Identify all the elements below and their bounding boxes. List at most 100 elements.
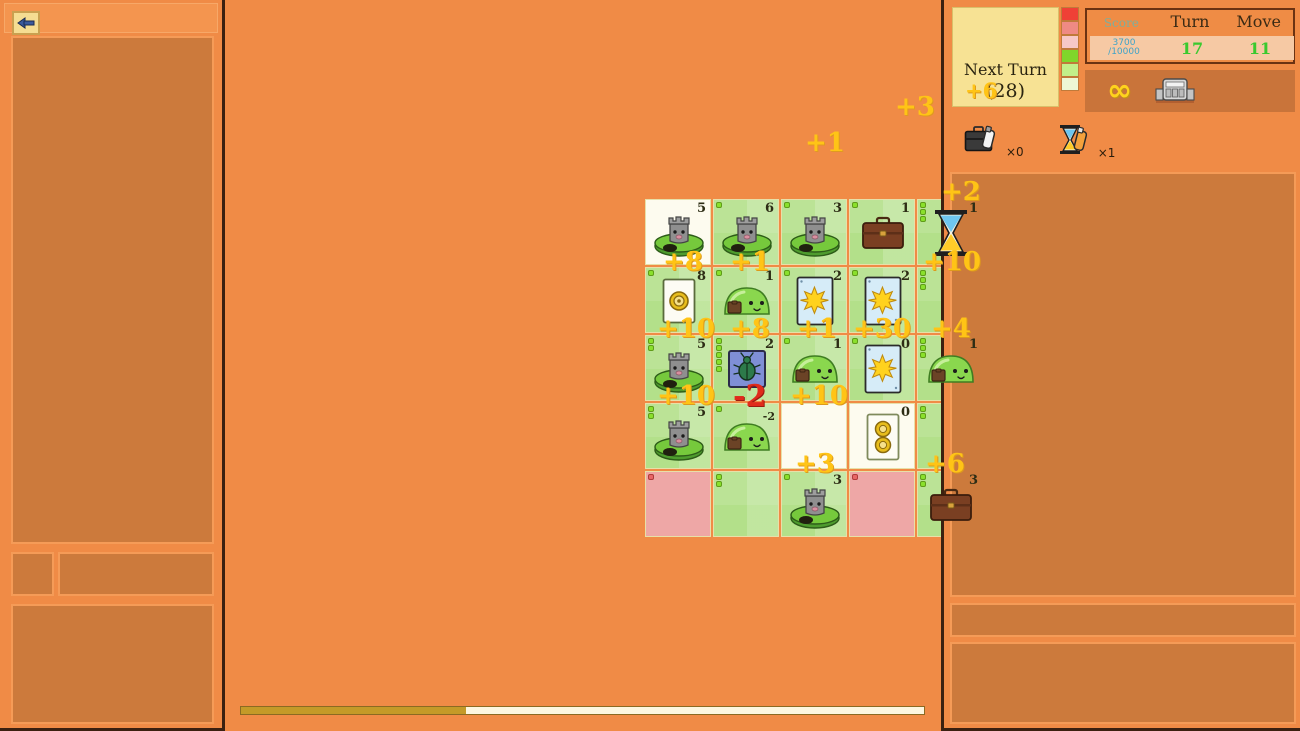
tile-value: 0 [900,337,910,352]
board-tile[interactable]: 3 [781,199,847,265]
right-sidebar: Next Turn (28) +6 Score Turn Move 3700 /… [941,0,1300,731]
tile-value: 3 [832,201,842,216]
tile-growth-dots [852,474,858,480]
tile-growth-dots [716,474,722,487]
score-max: /10000 [1108,47,1140,57]
tile-growth-dot [716,481,722,487]
tile-value: 8 [696,269,706,284]
tile-growth-dot [716,345,722,351]
tile-growth-dot [920,345,926,351]
next-turn-button[interactable]: Next Turn (28) +6 [952,7,1059,107]
left-sidebar [0,0,225,731]
inventory-item[interactable]: ×1 [1056,124,1115,162]
tile-growth-dot [920,352,926,358]
stats-header-turn: Turn [1170,12,1210,31]
tile-value: 5 [696,201,706,216]
tile-growth-dot [716,359,722,365]
tile-value: 3 [968,473,978,488]
tools-panel: ∞ [1085,70,1295,112]
tile-growth-dot [716,352,722,358]
board-tile[interactable]: -2 [713,403,779,469]
tile-growth-dot [716,270,722,276]
board-tile[interactable]: 1 [849,199,915,265]
tile-growth-dots [716,338,722,372]
board-tile[interactable]: 1 [917,335,983,401]
right-sidebar-footer-a[interactable] [950,603,1296,637]
floating-score-popup: +1 [805,128,845,158]
board-tile[interactable]: 6 [713,199,779,265]
board-tile[interactable] [645,471,711,537]
stats-values: 3700 /10000 17 11 [1090,36,1294,60]
turn-value: 17 [1180,38,1204,58]
tile-value: 5 [696,337,706,352]
legend-swatch [1061,77,1079,91]
left-sidebar-row [11,552,214,596]
tile-growth-dots [648,270,654,276]
briefcase-spray-item-icon [964,125,1004,161]
board-tile[interactable]: 2 [781,267,847,333]
tile-growth-dots [852,338,858,344]
tile-growth-dots [648,474,654,480]
tile-growth-dot [648,474,654,480]
tile-growth-dot [716,406,722,412]
inventory-item[interactable]: ×0 [964,125,1024,161]
tile-growth-dot [648,345,654,351]
next-turn-gain: +6 [965,78,998,103]
board-tile[interactable]: 5 [645,199,711,265]
tile-growth-dot [920,481,926,487]
tile-value: 3 [832,473,842,488]
left-sidebar-row-b[interactable] [58,552,214,596]
tile-growth-dot [920,209,926,215]
tile-growth-dot [716,338,722,344]
stats-score-value: 3700 /10000 [1090,39,1158,57]
legend-swatch [1061,7,1079,21]
tile-growth-dots [920,338,926,358]
left-sidebar-row-a[interactable] [11,552,54,596]
tile-growth-dot [920,474,926,480]
tile-growth-dots [648,406,654,419]
left-sidebar-footer [11,604,214,724]
board-tile[interactable] [781,403,847,469]
tile-growth-dot [852,474,858,480]
board-tile[interactable]: 8 [645,267,711,333]
board-tile[interactable]: 1 [917,199,983,265]
left-sidebar-header [4,3,218,35]
tile-growth-dot [784,474,790,480]
tile-growth-dot [716,202,722,208]
tile-value: 5 [696,405,706,420]
back-button[interactable] [12,11,40,35]
tile-growth-dot [920,406,926,412]
tile-growth-dots [716,270,722,276]
tile-growth-dots [784,270,790,276]
tile-value: 1 [900,201,910,216]
board-tile[interactable]: 5 [645,403,711,469]
machine-icon[interactable] [1154,76,1196,106]
board-tile[interactable]: 0 [849,403,915,469]
tile-growth-dot [920,202,926,208]
board-tile[interactable]: 1 [781,335,847,401]
tile-growth-dots [784,338,790,344]
board-tile[interactable]: 3 [917,471,983,537]
board-tile[interactable] [849,471,915,537]
board-tile[interactable]: 1 [713,267,779,333]
board-tile[interactable]: 2 [713,335,779,401]
progress-bar[interactable] [240,706,925,715]
tile-growth-dots [784,474,790,480]
board-tile[interactable]: 0 [849,335,915,401]
board-tile[interactable]: 5 [645,335,711,401]
tile-growth-dot [852,202,858,208]
board-tile[interactable]: 2 [849,267,915,333]
board-tile[interactable] [713,471,779,537]
tile-growth-dots [716,406,722,412]
hourglass-spray-item-icon [1056,124,1096,162]
left-sidebar-body [11,36,214,544]
tile-growth-dot [784,338,790,344]
tile-growth-dot [648,413,654,419]
tile-growth-dot [920,413,926,419]
infinity-icon[interactable]: ∞ [1107,76,1132,106]
tile-growth-dot [852,338,858,344]
tile-growth-dot [648,406,654,412]
board-tile[interactable]: 3 [781,471,847,537]
tile-growth-dot [784,202,790,208]
move-value: 11 [1248,38,1272,58]
